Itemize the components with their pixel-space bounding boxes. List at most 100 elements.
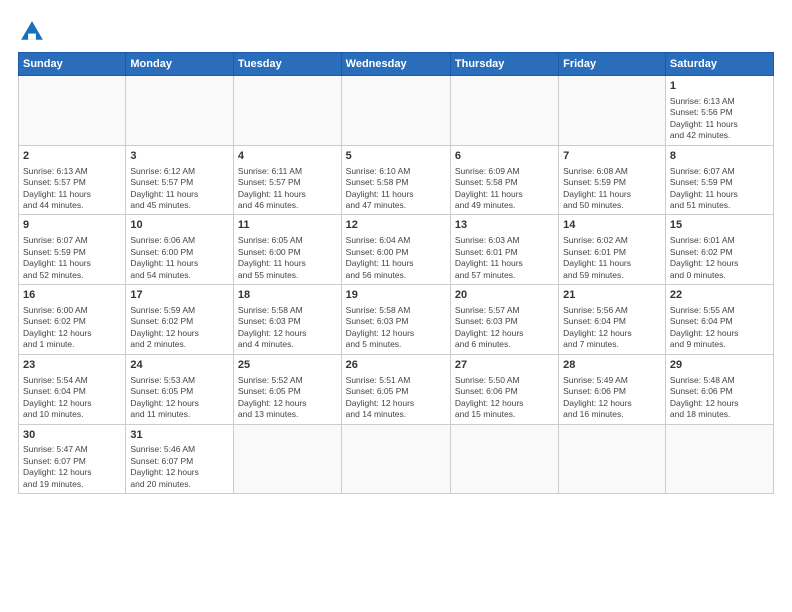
day-info: Sunrise: 5:52 AM Sunset: 6:05 PM Dayligh… — [238, 375, 337, 421]
day-info: Sunrise: 6:11 AM Sunset: 5:57 PM Dayligh… — [238, 166, 337, 212]
calendar-cell: 14 Sunrise: 6:02 AM Sunset: 6:01 PM Dayli… — [559, 215, 666, 285]
day-info: Sunrise: 6:00 AM Sunset: 6:02 PM Dayligh… — [23, 305, 121, 351]
day-number: 11 — [238, 218, 337, 233]
day-number: 20 — [455, 288, 554, 303]
calendar-cell: 7Sunrise: 6:08 AM Sunset: 5:59 PM Daylig… — [559, 145, 666, 215]
calendar-cell: 11 Sunrise: 6:05 AM Sunset: 6:00 PM Dayli… — [233, 215, 341, 285]
day-number: 14 — [563, 218, 661, 233]
day-number: 6 — [455, 149, 554, 164]
day-info: Sunrise: 5:58 AM Sunset: 6:03 PM Dayligh… — [238, 305, 337, 351]
calendar-cell: 1Sunrise: 6:13 AM Sunset: 5:56 PM Daylig… — [665, 76, 773, 146]
day-number: 25 — [238, 358, 337, 373]
day-info: Sunrise: 5:46 AM Sunset: 6:07 PM Dayligh… — [130, 444, 229, 490]
day-number: 17 — [130, 288, 229, 303]
calendar-cell: 16 Sunrise: 6:00 AM Sunset: 6:02 PM Dayli… — [19, 285, 126, 355]
weekday-tuesday: Tuesday — [233, 53, 341, 76]
day-info: Sunrise: 6:06 AM Sunset: 6:00 PM Dayligh… — [130, 235, 229, 281]
calendar-cell: 3Sunrise: 6:12 AM Sunset: 5:57 PM Daylig… — [126, 145, 234, 215]
week-row-5: 23 Sunrise: 5:54 AM Sunset: 6:04 PM Dayli… — [19, 354, 774, 424]
day-info: Sunrise: 5:55 AM Sunset: 6:04 PM Dayligh… — [670, 305, 769, 351]
calendar-cell: 9Sunrise: 6:07 AM Sunset: 5:59 PM Daylig… — [19, 215, 126, 285]
calendar-cell: 24Sunrise: 5:53 AM Sunset: 6:05 PM Dayli… — [126, 354, 234, 424]
calendar-cell: 20 Sunrise: 5:57 AM Sunset: 6:03 PM Dayli… — [450, 285, 558, 355]
week-row-2: 2Sunrise: 6:13 AM Sunset: 5:57 PM Daylig… — [19, 145, 774, 215]
week-row-1: 1Sunrise: 6:13 AM Sunset: 5:56 PM Daylig… — [19, 76, 774, 146]
day-info: Sunrise: 6:07 AM Sunset: 5:59 PM Dayligh… — [670, 166, 769, 212]
day-number: 29 — [670, 358, 769, 373]
day-info: Sunrise: 5:57 AM Sunset: 6:03 PM Dayligh… — [455, 305, 554, 351]
calendar-cell: 26 Sunrise: 5:51 AM Sunset: 6:05 PM Dayli… — [341, 354, 450, 424]
day-number: 2 — [23, 149, 121, 164]
day-number: 12 — [346, 218, 446, 233]
calendar-cell — [126, 76, 234, 146]
week-row-4: 16 Sunrise: 6:00 AM Sunset: 6:02 PM Dayli… — [19, 285, 774, 355]
calendar-cell: 10 Sunrise: 6:06 AM Sunset: 6:00 PM Dayli… — [126, 215, 234, 285]
day-number: 30 — [23, 428, 121, 443]
weekday-header-row: SundayMondayTuesdayWednesdayThursdayFrid… — [19, 53, 774, 76]
calendar-cell: 6 Sunrise: 6:09 AM Sunset: 5:58 PM Daylig… — [450, 145, 558, 215]
page: SundayMondayTuesdayWednesdayThursdayFrid… — [0, 0, 792, 612]
calendar-cell — [450, 76, 558, 146]
day-info: Sunrise: 5:59 AM Sunset: 6:02 PM Dayligh… — [130, 305, 229, 351]
generalblue-logo-icon — [18, 18, 46, 46]
day-info: Sunrise: 6:10 AM Sunset: 5:58 PM Dayligh… — [346, 166, 446, 212]
day-info: Sunrise: 6:01 AM Sunset: 6:02 PM Dayligh… — [670, 235, 769, 281]
day-number: 19 — [346, 288, 446, 303]
day-info: Sunrise: 5:51 AM Sunset: 6:05 PM Dayligh… — [346, 375, 446, 421]
calendar-cell: 31Sunrise: 5:46 AM Sunset: 6:07 PM Dayli… — [126, 424, 234, 494]
day-number: 16 — [23, 288, 121, 303]
calendar-cell: 30Sunrise: 5:47 AM Sunset: 6:07 PM Dayli… — [19, 424, 126, 494]
day-info: Sunrise: 5:58 AM Sunset: 6:03 PM Dayligh… — [346, 305, 446, 351]
day-number: 1 — [670, 79, 769, 94]
week-row-3: 9Sunrise: 6:07 AM Sunset: 5:59 PM Daylig… — [19, 215, 774, 285]
calendar-cell — [19, 76, 126, 146]
calendar-cell: 25 Sunrise: 5:52 AM Sunset: 6:05 PM Dayli… — [233, 354, 341, 424]
day-number: 8 — [670, 149, 769, 164]
calendar-cell: 4Sunrise: 6:11 AM Sunset: 5:57 PM Daylig… — [233, 145, 341, 215]
calendar-cell: 2Sunrise: 6:13 AM Sunset: 5:57 PM Daylig… — [19, 145, 126, 215]
day-info: Sunrise: 5:54 AM Sunset: 6:04 PM Dayligh… — [23, 375, 121, 421]
day-info: Sunrise: 6:12 AM Sunset: 5:57 PM Dayligh… — [130, 166, 229, 212]
day-number: 23 — [23, 358, 121, 373]
day-info: Sunrise: 6:09 AM Sunset: 5:58 PM Dayligh… — [455, 166, 554, 212]
day-number: 5 — [346, 149, 446, 164]
calendar-cell: 22Sunrise: 5:55 AM Sunset: 6:04 PM Dayli… — [665, 285, 773, 355]
day-info: Sunrise: 6:07 AM Sunset: 5:59 PM Dayligh… — [23, 235, 121, 281]
day-number: 13 — [455, 218, 554, 233]
calendar-cell — [341, 76, 450, 146]
calendar-cell — [559, 424, 666, 494]
day-number: 15 — [670, 218, 769, 233]
day-info: Sunrise: 6:05 AM Sunset: 6:00 PM Dayligh… — [238, 235, 337, 281]
day-number: 31 — [130, 428, 229, 443]
logo — [18, 18, 50, 46]
calendar-cell: 29 Sunrise: 5:48 AM Sunset: 6:06 PM Dayli… — [665, 354, 773, 424]
calendar-cell: 23 Sunrise: 5:54 AM Sunset: 6:04 PM Dayli… — [19, 354, 126, 424]
calendar-cell: 21 Sunrise: 5:56 AM Sunset: 6:04 PM Dayli… — [559, 285, 666, 355]
calendar-cell — [341, 424, 450, 494]
weekday-friday: Friday — [559, 53, 666, 76]
day-info: Sunrise: 5:56 AM Sunset: 6:04 PM Dayligh… — [563, 305, 661, 351]
day-number: 21 — [563, 288, 661, 303]
day-info: Sunrise: 5:50 AM Sunset: 6:06 PM Dayligh… — [455, 375, 554, 421]
calendar-cell: 27Sunrise: 5:50 AM Sunset: 6:06 PM Dayli… — [450, 354, 558, 424]
day-number: 28 — [563, 358, 661, 373]
weekday-sunday: Sunday — [19, 53, 126, 76]
weekday-wednesday: Wednesday — [341, 53, 450, 76]
day-number: 18 — [238, 288, 337, 303]
calendar-cell: 28Sunrise: 5:49 AM Sunset: 6:06 PM Dayli… — [559, 354, 666, 424]
day-number: 24 — [130, 358, 229, 373]
calendar-cell: 12 Sunrise: 6:04 AM Sunset: 6:00 PM Dayli… — [341, 215, 450, 285]
calendar-cell: 8 Sunrise: 6:07 AM Sunset: 5:59 PM Daylig… — [665, 145, 773, 215]
weekday-saturday: Saturday — [665, 53, 773, 76]
day-info: Sunrise: 5:47 AM Sunset: 6:07 PM Dayligh… — [23, 444, 121, 490]
day-number: 10 — [130, 218, 229, 233]
calendar-cell — [665, 424, 773, 494]
day-info: Sunrise: 6:04 AM Sunset: 6:00 PM Dayligh… — [346, 235, 446, 281]
calendar-cell: 15 Sunrise: 6:01 AM Sunset: 6:02 PM Dayli… — [665, 215, 773, 285]
day-number: 26 — [346, 358, 446, 373]
day-number: 7 — [563, 149, 661, 164]
header — [18, 18, 774, 46]
day-info: Sunrise: 6:02 AM Sunset: 6:01 PM Dayligh… — [563, 235, 661, 281]
day-info: Sunrise: 5:48 AM Sunset: 6:06 PM Dayligh… — [670, 375, 769, 421]
calendar-table: SundayMondayTuesdayWednesdayThursdayFrid… — [18, 52, 774, 494]
